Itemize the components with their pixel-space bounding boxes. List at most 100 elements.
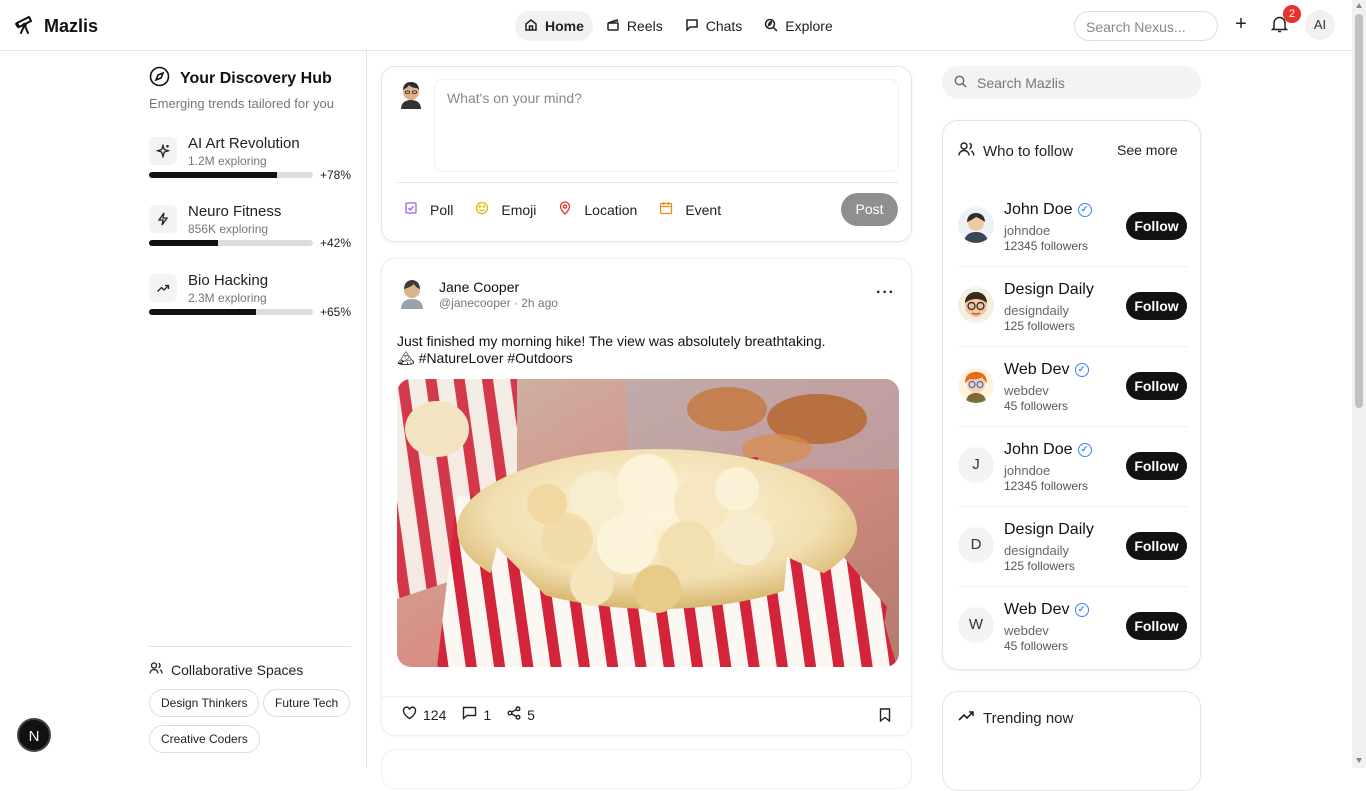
lightning-icon — [149, 205, 177, 233]
main-nav: Home Reels Chats Explore — [515, 11, 842, 41]
post-time: 2h ago — [521, 296, 558, 310]
trend-item[interactable]: AI Art Revolution 1.2M exploring +78% — [149, 135, 351, 193]
post-button[interactable]: Post — [841, 193, 898, 226]
follow-button[interactable]: Follow — [1126, 452, 1187, 480]
post-image[interactable] — [397, 379, 899, 667]
poll-button[interactable]: Poll — [404, 201, 453, 218]
suggestion-avatar-initial[interactable]: D — [958, 527, 994, 563]
telescope-logo-icon — [14, 14, 36, 39]
follow-button[interactable]: Follow — [1126, 532, 1187, 560]
share-button[interactable]: 5 — [507, 706, 535, 723]
next-dev-indicator[interactable]: N — [17, 718, 51, 752]
comment-count: 1 — [483, 706, 492, 723]
location-label: Location — [584, 201, 638, 218]
follow-button[interactable]: Follow — [1126, 292, 1187, 320]
suggestion-name-text: Design Daily — [1004, 521, 1094, 538]
page-scrollbar[interactable] — [1352, 0, 1366, 768]
nav-explore[interactable]: Explore — [755, 11, 841, 41]
post-handle: @janecooper — [439, 296, 511, 310]
suggestion-name[interactable]: John Doe ✓ — [1004, 441, 1092, 459]
trend-progress-fill — [149, 172, 277, 178]
follow-suggestion: J John Doe ✓ johndoe 12345 followers Foll… — [958, 427, 1187, 507]
nexus-search-input[interactable]: Search Nexus... — [1074, 11, 1218, 41]
nav-home-label: Home — [545, 18, 584, 34]
follow-button[interactable]: Follow — [1126, 212, 1187, 240]
suggestion-avatar[interactable] — [958, 287, 994, 323]
follow-suggestion: John Doe ✓ johndoe 12345 followers Follow — [958, 187, 1187, 267]
suggestion-name[interactable]: Design Daily — [1004, 521, 1094, 539]
location-button[interactable]: Location — [558, 201, 637, 218]
search-icon — [954, 75, 967, 91]
follow-button[interactable]: Follow — [1126, 612, 1187, 640]
follow-button[interactable]: Follow — [1126, 372, 1187, 400]
bookmark-icon[interactable] — [879, 708, 891, 727]
space-chip[interactable]: Future Tech — [263, 689, 351, 717]
post-text: Just finished my morning hike! The view … — [397, 333, 826, 366]
suggestion-name[interactable]: John Doe ✓ — [1004, 201, 1092, 219]
brand-name: Mazlis — [44, 16, 99, 36]
suggestion-avatar[interactable] — [958, 207, 994, 243]
emoji-label: Emoji — [501, 201, 537, 218]
users-icon — [958, 141, 975, 161]
follow-suggestion: Web Dev ✓ webdev 45 followers Follow — [958, 347, 1187, 427]
suggestion-name-text: John Doe — [1004, 201, 1073, 218]
nav-chats-label: Chats — [705, 18, 743, 34]
mazlis-search-input[interactable]: Search Mazlis — [942, 66, 1201, 99]
calendar-icon — [659, 201, 673, 218]
comment-button[interactable]: 1 — [462, 706, 491, 723]
trend-item[interactable]: Neuro Fitness 856K exploring +42% — [149, 203, 351, 261]
post-composer: What's on your mind? Poll Emoji Location… — [381, 66, 912, 242]
suggestion-name-text: Design Daily — [1004, 281, 1094, 298]
space-chip[interactable]: Creative Coders — [149, 725, 260, 753]
nav-chats[interactable]: Chats — [676, 11, 752, 41]
suggestion-name[interactable]: Design Daily — [1004, 281, 1094, 299]
trend-count: 856K exploring — [188, 222, 269, 236]
sparkles-icon — [149, 137, 177, 165]
post-author-name[interactable]: Jane Cooper — [439, 279, 519, 295]
more-options-icon[interactable]: ··· — [876, 284, 895, 302]
message-icon — [685, 18, 699, 35]
verified-check-icon: ✓ — [1077, 443, 1092, 457]
suggestion-avatar-initial[interactable]: J — [958, 447, 994, 483]
sidebar-divider — [149, 646, 351, 647]
trend-growth: +78% — [319, 168, 351, 182]
suggestion-followers: 125 followers — [1004, 559, 1075, 573]
composer-actions: Poll Emoji Location Event — [404, 201, 721, 218]
scroll-up-arrow-icon[interactable] — [1356, 3, 1362, 8]
suggestion-followers: 12345 followers — [1004, 479, 1089, 493]
emoji-button[interactable]: Emoji — [475, 201, 536, 218]
event-label: Event — [685, 201, 722, 218]
scroll-thumb[interactable] — [1355, 14, 1363, 408]
user-avatar[interactable]: AI — [1305, 10, 1335, 40]
composer-input[interactable]: What's on your mind? — [434, 79, 899, 172]
suggestion-name[interactable]: Web Dev ✓ — [1004, 361, 1089, 379]
event-button[interactable]: Event — [659, 201, 721, 218]
hub-title-text: Your Discovery Hub — [180, 70, 332, 87]
trend-growth: +42% — [319, 236, 351, 250]
top-bar: Mazlis Home Reels Chats Explore Search N… — [0, 0, 1352, 51]
suggestion-avatar-initial[interactable]: W — [958, 607, 994, 643]
scroll-down-arrow-icon[interactable] — [1356, 758, 1362, 763]
trend-name: AI Art Revolution — [188, 135, 300, 152]
like-button[interactable]: 124 — [402, 706, 446, 723]
nav-home[interactable]: Home — [515, 11, 593, 41]
notification-badge: 2 — [1283, 5, 1301, 23]
create-plus-icon[interactable]: + — [1231, 14, 1251, 34]
poll-icon — [404, 201, 418, 218]
post-author-avatar[interactable] — [397, 277, 427, 314]
suggestion-avatar[interactable] — [958, 367, 994, 403]
who-to-follow-title: Who to follow — [958, 141, 1073, 161]
suggestion-handle: designdaily — [1004, 543, 1070, 558]
trend-item[interactable]: Bio Hacking 2.3M exploring +65% — [149, 272, 351, 330]
see-more-link[interactable]: See more — [1117, 142, 1178, 158]
left-sidebar: Your Discovery Hub Emerging trends tailo… — [0, 51, 367, 768]
trend-progress-fill — [149, 240, 218, 246]
space-chip[interactable]: Design Thinkers — [149, 689, 260, 717]
suggestion-name-text: Web Dev — [1004, 601, 1070, 618]
brand[interactable]: Mazlis — [14, 14, 98, 39]
suggestion-name[interactable]: Web Dev ✓ — [1004, 601, 1089, 619]
suggestion-followers: 45 followers — [1004, 639, 1069, 653]
right-search-placeholder: Search Mazlis — [977, 74, 1065, 91]
trend-name: Bio Hacking — [188, 272, 269, 289]
nav-reels[interactable]: Reels — [597, 11, 672, 41]
